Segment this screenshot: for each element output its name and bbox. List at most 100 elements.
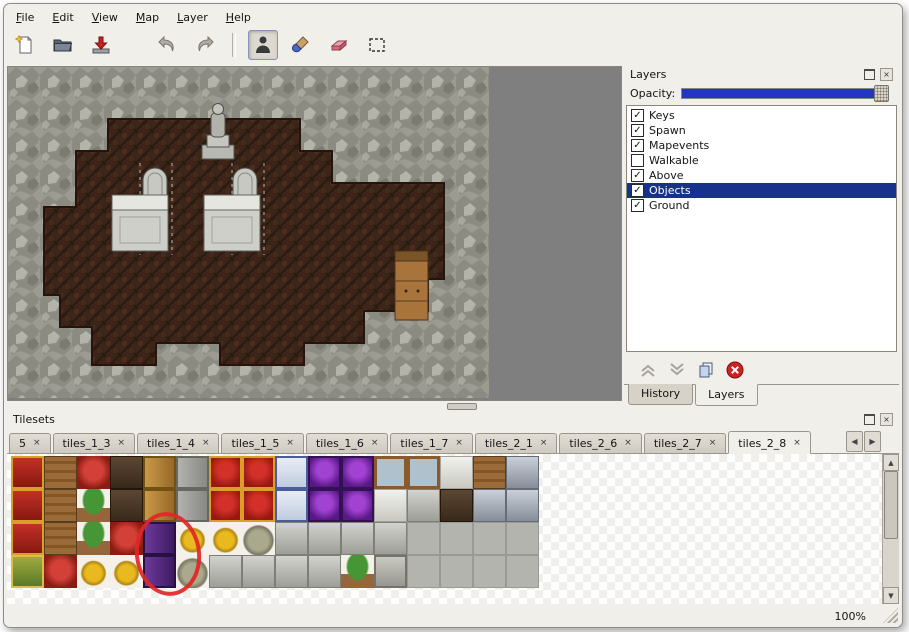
scroll-up-icon[interactable]: ▲ — [883, 454, 899, 471]
tab-close-icon[interactable]: × — [202, 439, 210, 448]
tile-spinning-wheel[interactable] — [44, 489, 77, 522]
tileset-view[interactable]: ▲ ▼ — [7, 454, 899, 604]
delete-layer-button[interactable] — [725, 360, 745, 380]
tab-close-icon[interactable]: × — [793, 439, 801, 448]
tile-obelisk[interactable] — [407, 489, 440, 522]
tile-stone-tile-1[interactable] — [407, 522, 440, 555]
tile-red-throne-top-left[interactable] — [209, 456, 242, 489]
tile-red-cushion[interactable] — [77, 456, 110, 489]
tile-potted-plant[interactable] — [77, 489, 110, 522]
scroll-down-icon[interactable]: ▼ — [883, 587, 899, 604]
save-button[interactable] — [86, 30, 116, 60]
tile-blue-shield-bottom[interactable] — [275, 489, 308, 522]
menu-layer[interactable]: Layer — [169, 9, 216, 26]
layer-row-walkable[interactable]: Walkable — [627, 153, 896, 168]
tile-angel-statue-1[interactable] — [275, 522, 308, 555]
layer-checkbox[interactable]: ✓ — [631, 169, 644, 182]
tileset-tab-5[interactable]: 5× — [9, 433, 51, 453]
tile-red-throne-bottom-left[interactable] — [209, 489, 242, 522]
tile-red-banner-top[interactable] — [11, 456, 44, 489]
tile-gargoyle-1[interactable] — [341, 522, 374, 555]
tile-gold-door-top[interactable] — [143, 456, 176, 489]
tile-rock-pile[interactable] — [176, 555, 209, 588]
tile-purple-door-top[interactable] — [143, 522, 176, 555]
tile-gold-horn[interactable] — [77, 555, 110, 588]
tile-purple-door-bottom[interactable] — [143, 555, 176, 588]
tile-dark-cabinet-top[interactable] — [110, 456, 143, 489]
tile-gray-armor[interactable] — [473, 489, 506, 522]
open-button[interactable] — [48, 30, 78, 60]
layer-row-keys[interactable]: ✓Keys — [627, 108, 896, 123]
layer-checkbox[interactable] — [631, 154, 644, 167]
tab-close-icon[interactable]: × — [33, 439, 41, 448]
tile-stone-tile-2[interactable] — [440, 522, 473, 555]
lower-layer-button[interactable] — [667, 360, 687, 380]
eraser-tool-button[interactable] — [324, 30, 354, 60]
tile-stone-tile-5[interactable] — [407, 555, 440, 588]
close-panel-icon[interactable]: × — [880, 68, 893, 81]
tile-purple-throne-top-left[interactable] — [308, 456, 341, 489]
tile-gold-crown[interactable] — [209, 522, 242, 555]
tab-close-icon[interactable]: × — [540, 439, 548, 448]
layer-checkbox[interactable]: ✓ — [631, 184, 644, 197]
duplicate-layer-button[interactable] — [696, 360, 716, 380]
tile-stone-tile-3[interactable] — [473, 522, 506, 555]
splitter-grip[interactable] — [447, 403, 477, 410]
layer-row-spawn[interactable]: ✓Spawn — [627, 123, 896, 138]
menu-map[interactable]: Map — [128, 9, 167, 26]
tile-dark-pillar[interactable] — [440, 489, 473, 522]
tile-blue-shield-top[interactable] — [275, 456, 308, 489]
map-canvas[interactable] — [8, 67, 489, 398]
tile-statue-base-2[interactable] — [242, 555, 275, 588]
tile-gray-door-bottom[interactable] — [176, 489, 209, 522]
tile-statue-base-3[interactable] — [275, 555, 308, 588]
tile-statue-base-1[interactable] — [209, 555, 242, 588]
layer-row-above[interactable]: ✓Above — [627, 168, 896, 183]
menu-file[interactable]: File — [8, 9, 42, 26]
tileset-tab-tiles_1_5[interactable]: tiles_1_5× — [221, 433, 303, 453]
tile-stone-tile-6[interactable] — [440, 555, 473, 588]
tile-stone-tile-8[interactable] — [506, 555, 539, 588]
tile-pedestal-base[interactable] — [374, 555, 407, 588]
tile-purple-throne-bottom-right[interactable] — [341, 489, 374, 522]
tile-white-rock[interactable] — [242, 522, 275, 555]
tile-plant-2[interactable] — [77, 522, 110, 555]
tile-red-pot[interactable] — [44, 555, 77, 588]
tileset-tab-tiles_2_7[interactable]: tiles_2_7× — [644, 433, 726, 453]
tabs-scroll-right-icon[interactable]: ▶ — [864, 431, 881, 452]
float-panel-icon[interactable] — [864, 414, 875, 425]
raise-layer-button[interactable] — [638, 360, 658, 380]
stamp-tool-button[interactable] — [248, 30, 278, 60]
tile-picture-frame[interactable] — [407, 456, 440, 489]
tile-flower-vase[interactable] — [341, 555, 374, 588]
tile-red-banner-bottom[interactable] — [11, 522, 44, 555]
tile-gargoyle-2[interactable] — [374, 522, 407, 555]
tile-gray-door-top[interactable] — [176, 456, 209, 489]
tile-mirror-top[interactable] — [374, 456, 407, 489]
tile-armor-top[interactable] — [506, 456, 539, 489]
layer-checkbox[interactable]: ✓ — [631, 109, 644, 122]
layer-checkbox[interactable]: ✓ — [631, 124, 644, 137]
float-panel-icon[interactable] — [864, 69, 875, 80]
layer-row-objects[interactable]: ✓Objects — [627, 183, 896, 198]
tileset-tab-tiles_1_4[interactable]: tiles_1_4× — [137, 433, 219, 453]
tile-stone-tile-7[interactable] — [473, 555, 506, 588]
tile-knight-armor[interactable] — [506, 489, 539, 522]
tile-red-banner-mid[interactable] — [11, 489, 44, 522]
tile-red-books[interactable] — [110, 522, 143, 555]
new-button[interactable] — [10, 30, 40, 60]
layer-checkbox[interactable]: ✓ — [631, 199, 644, 212]
tile-green-banner[interactable] — [11, 555, 44, 588]
resize-grip[interactable] — [883, 608, 898, 623]
panel-tab-history[interactable]: History — [628, 384, 693, 405]
scrollbar-thumb[interactable] — [884, 471, 898, 539]
tileset-tab-tiles_2_1[interactable]: tiles_2_1× — [475, 433, 557, 453]
tab-close-icon[interactable]: × — [117, 439, 125, 448]
tileset-scrollbar[interactable]: ▲ ▼ — [882, 454, 899, 604]
tile-loom[interactable] — [44, 456, 77, 489]
tile-red-throne-top-right[interactable] — [242, 456, 275, 489]
tile-angel-statue-2[interactable] — [308, 522, 341, 555]
layer-row-ground[interactable]: ✓Ground — [627, 198, 896, 213]
tile-bookshelf[interactable] — [44, 522, 77, 555]
layer-row-mapevents[interactable]: ✓Mapevents — [627, 138, 896, 153]
